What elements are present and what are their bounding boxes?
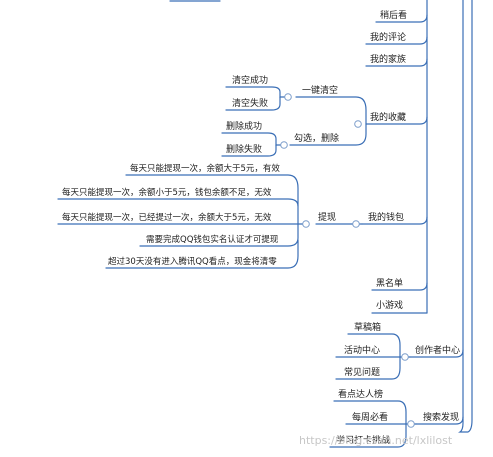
node-wallet[interactable]: 我的钱包 [368, 211, 404, 223]
node-clear-all[interactable]: 一键清空 [302, 84, 338, 96]
collapse-toggle-withdraw[interactable] [302, 220, 310, 228]
node-later[interactable]: 稍后看 [380, 9, 407, 21]
node-withdraw-rule-1[interactable]: 每天只能提现一次，余额大于5元，有效 [130, 163, 280, 174]
node-comments[interactable]: 我的评论 [370, 31, 406, 43]
collapse-toggle-collection[interactable] [354, 120, 362, 128]
collapse-toggle-search[interactable] [407, 420, 415, 428]
node-withdraw[interactable]: 提现 [318, 212, 336, 223]
node-withdraw-rule-5[interactable]: 超过30天没有进入腾讯QQ看点，现金将清零 [108, 256, 277, 267]
node-select-delete[interactable]: 勾选，删除 [294, 132, 339, 144]
node-search-discover[interactable]: 搜索发现 [423, 411, 459, 423]
connector-collection-clear [295, 96, 367, 125]
watermark-text: https://blog.csdn.net/lxlilost [299, 434, 453, 447]
connector-delete-success [221, 132, 285, 146]
node-creator-center[interactable]: 创作者中心 [415, 344, 460, 356]
node-delete-fail[interactable]: 删除失败 [226, 143, 262, 155]
node-search-rank[interactable]: 看点达人榜 [338, 388, 383, 400]
node-clear-fail[interactable]: 清空失败 [232, 97, 268, 109]
node-blacklist[interactable]: 黑名单 [376, 277, 403, 289]
node-search-weekly[interactable]: 每周必看 [352, 411, 388, 423]
node-delete-success[interactable]: 删除成功 [226, 120, 262, 132]
node-creator-faq[interactable]: 常见问题 [344, 366, 380, 378]
collapse-toggle-delete[interactable] [280, 141, 288, 149]
node-clear-success[interactable]: 清空成功 [232, 74, 268, 86]
collapse-toggle-wallet[interactable] [352, 220, 360, 228]
connector-outer-spine [458, 0, 473, 433]
mindmap-canvas: 稍后看 我的评论 我的家族 我的收藏 我的钱包 黑名单 小游戏 创作者中心 搜索… [57, 0, 473, 448]
main-connectors [57, 0, 473, 448]
node-withdraw-rule-3[interactable]: 每天只能提现一次，已经提过一次，余额大于5元，无效 [62, 212, 272, 223]
collapse-toggle-creator[interactable] [401, 353, 409, 361]
collapse-toggle-clear[interactable] [284, 93, 292, 101]
node-withdraw-rule-2[interactable]: 每天只能提现一次，余额小于5元，钱包余额不足，无效 [62, 187, 272, 198]
node-withdraw-rule-4[interactable]: 需要完成QQ钱包实名认证才可提现 [146, 234, 279, 245]
node-creator-activity[interactable]: 活动中心 [344, 344, 380, 356]
connector-clear-success [225, 86, 289, 98]
node-creator-drafts[interactable]: 草稿箱 [354, 321, 381, 333]
node-family[interactable]: 我的家族 [370, 53, 406, 65]
node-games[interactable]: 小游戏 [376, 299, 403, 311]
connector-rule-2 [57, 198, 299, 207]
node-collection[interactable]: 我的收藏 [370, 111, 406, 123]
